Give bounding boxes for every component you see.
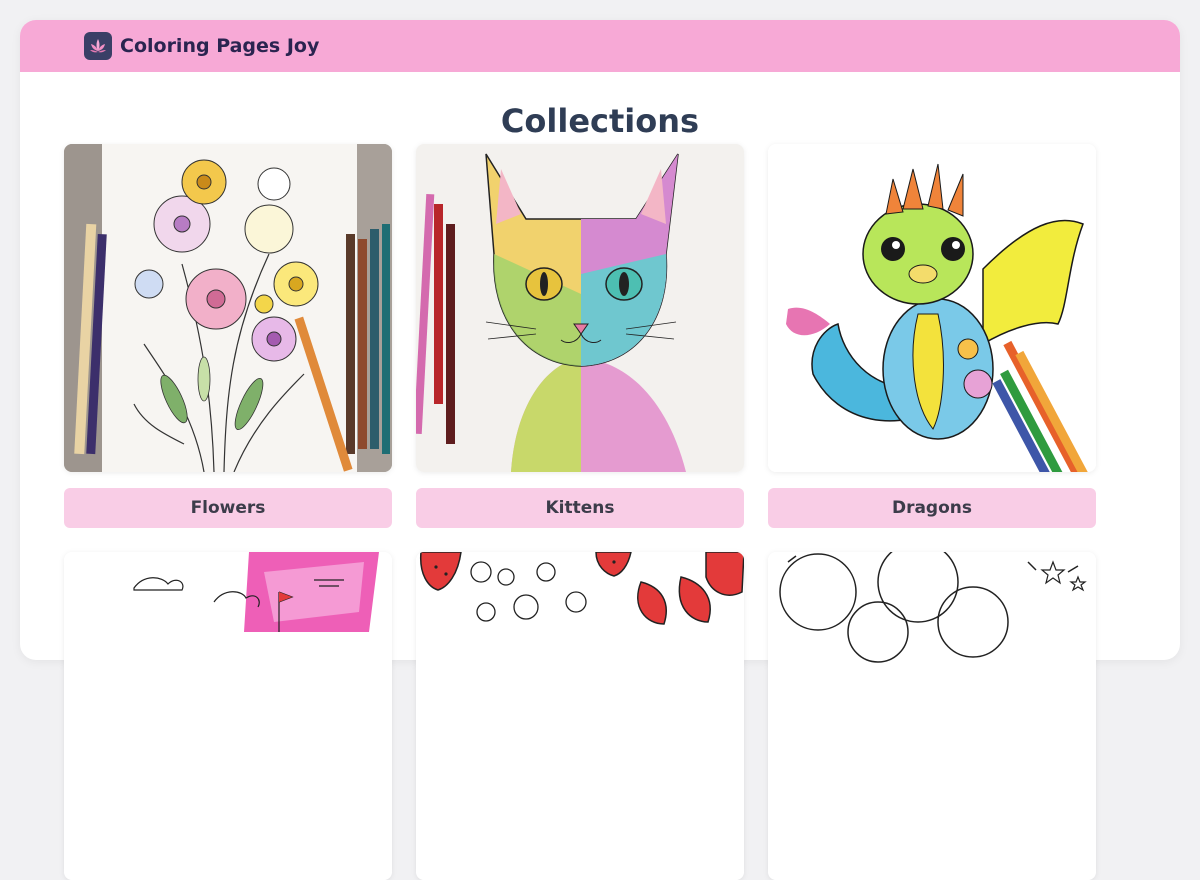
- page-title: Collections: [500, 102, 700, 140]
- kitten-illustration[interactable]: [416, 144, 744, 472]
- collection-card-flowers[interactable]: Flowers: [64, 144, 392, 528]
- flowers-illustration[interactable]: [64, 144, 392, 472]
- lotus-icon[interactable]: [84, 32, 112, 60]
- dragon-illustration[interactable]: [768, 144, 1096, 472]
- collection-card-balloons[interactable]: [768, 552, 1096, 880]
- collection-card-dragons[interactable]: Dragons: [768, 144, 1096, 528]
- site-header: Coloring Pages Joy: [20, 20, 1180, 72]
- collection-card-kittens[interactable]: Kittens: [416, 144, 744, 528]
- collection-card-landscape[interactable]: [64, 552, 392, 880]
- balloons-illustration[interactable]: [768, 552, 1096, 880]
- site-title[interactable]: Coloring Pages Joy: [120, 35, 319, 57]
- collection-button-dragons[interactable]: Dragons: [768, 488, 1096, 528]
- strawberries-illustration[interactable]: [416, 552, 744, 880]
- landscape-illustration[interactable]: [64, 552, 392, 880]
- collection-button-kittens[interactable]: Kittens: [416, 488, 744, 528]
- collection-button-flowers[interactable]: Flowers: [64, 488, 392, 528]
- collection-card-strawberries[interactable]: [416, 552, 744, 880]
- collections-grid: Flowers Kittens Dragons: [64, 144, 1096, 880]
